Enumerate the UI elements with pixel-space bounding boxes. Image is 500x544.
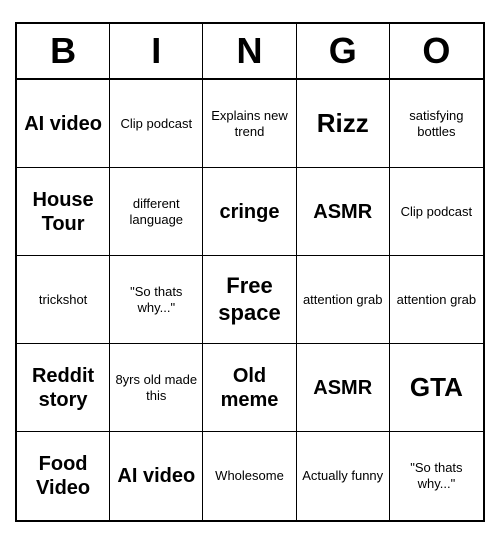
bingo-cell-6: different language: [110, 168, 203, 256]
bingo-card: BINGO AI videoClip podcastExplains new t…: [15, 22, 485, 522]
bingo-letter-n: N: [203, 24, 296, 78]
bingo-cell-12: Free space: [203, 256, 296, 344]
bingo-cell-18: ASMR: [297, 344, 390, 432]
bingo-cell-8: ASMR: [297, 168, 390, 256]
bingo-cell-13: attention grab: [297, 256, 390, 344]
bingo-cell-2: Explains new trend: [203, 80, 296, 168]
bingo-cell-19: GTA: [390, 344, 483, 432]
bingo-cell-15: Reddit story: [17, 344, 110, 432]
bingo-cell-3: Rizz: [297, 80, 390, 168]
bingo-cell-0: AI video: [17, 80, 110, 168]
bingo-letter-i: I: [110, 24, 203, 78]
bingo-cell-4: satisfying bottles: [390, 80, 483, 168]
bingo-cell-16: 8yrs old made this: [110, 344, 203, 432]
bingo-cell-24: "So thats why...": [390, 432, 483, 520]
bingo-letter-o: O: [390, 24, 483, 78]
bingo-grid: AI videoClip podcastExplains new trendRi…: [17, 80, 483, 520]
bingo-cell-10: trickshot: [17, 256, 110, 344]
bingo-cell-20: Food Video: [17, 432, 110, 520]
bingo-cell-1: Clip podcast: [110, 80, 203, 168]
bingo-cell-7: cringe: [203, 168, 296, 256]
bingo-cell-22: Wholesome: [203, 432, 296, 520]
bingo-cell-23: Actually funny: [297, 432, 390, 520]
bingo-cell-14: attention grab: [390, 256, 483, 344]
bingo-cell-9: Clip podcast: [390, 168, 483, 256]
bingo-cell-17: Old meme: [203, 344, 296, 432]
bingo-letter-b: B: [17, 24, 110, 78]
bingo-cell-21: AI video: [110, 432, 203, 520]
bingo-cell-5: House Tour: [17, 168, 110, 256]
bingo-letter-g: G: [297, 24, 390, 78]
bingo-cell-11: "So thats why...": [110, 256, 203, 344]
bingo-header: BINGO: [17, 24, 483, 80]
